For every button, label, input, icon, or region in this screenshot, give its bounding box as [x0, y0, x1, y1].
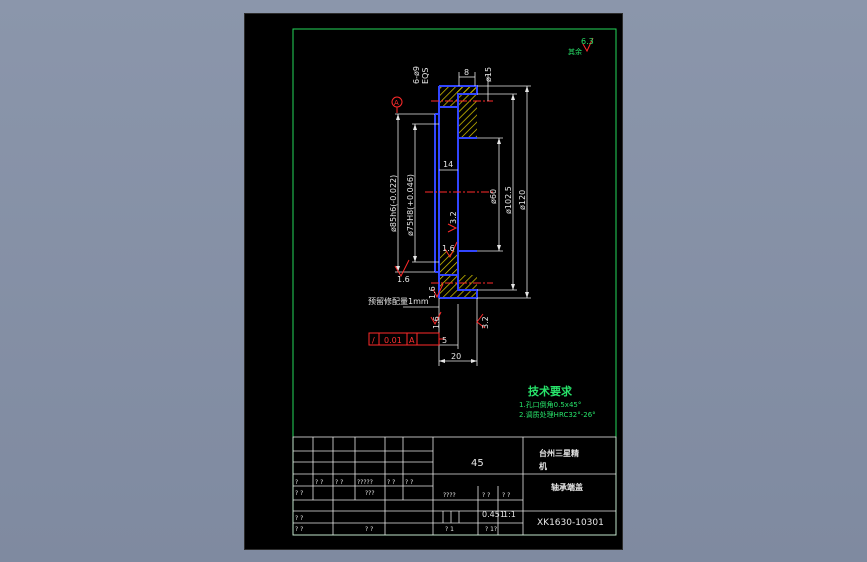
- cell-q-5: ? ?: [387, 479, 395, 486]
- tech-line2: 2.调质处理HRC32°-26°: [519, 410, 596, 419]
- cell-q-6: ? ?: [405, 479, 413, 486]
- company-line1: 台州三星精: [539, 448, 579, 458]
- datum-label: A: [394, 99, 399, 107]
- material: 45: [471, 458, 484, 469]
- part-name: 轴承端盖: [551, 482, 583, 492]
- tech-title: 技术要求: [528, 384, 573, 398]
- dim-60: ø60: [489, 189, 498, 204]
- dim-15: ø15: [484, 67, 493, 82]
- cell-q-13: ? ?: [295, 526, 303, 533]
- cell-q-1: ?: [295, 479, 298, 486]
- tech-requirements: 技术要求 1.孔口倒角0.5x45° 2.调质处理HRC32°-26°: [519, 384, 596, 419]
- roughness-label: 其余: [568, 47, 582, 56]
- engineering-drawing: A / 0.01 A 6-ø9 EQS 8 ø15 ø120 ø102.5 ø6…: [292, 28, 617, 536]
- tolerance-frame[interactable]: / 0.01 A: [368, 332, 445, 346]
- cell-q-2: ? ?: [315, 479, 323, 486]
- dim-20: 20: [451, 352, 461, 361]
- cell-q-9: ????: [443, 492, 456, 499]
- dim-8: 8: [464, 68, 469, 77]
- dim-r32b: 3.2: [481, 316, 490, 329]
- tolerance-symbol: /: [372, 336, 375, 345]
- weight: 0.451: [482, 510, 505, 519]
- dim-holes: 6-ø9: [412, 66, 421, 84]
- cell-q-14: ? ?: [365, 526, 373, 533]
- dim-r16c: 1.6: [428, 286, 437, 299]
- cell-q-16: ? 1?: [485, 526, 497, 533]
- cell-q-3: ? ?: [335, 479, 343, 486]
- tech-line1: 1.孔口倒角0.5x45°: [519, 400, 581, 409]
- cell-q-10: ? ?: [482, 492, 490, 499]
- title-block: 45 台州三星精 机 轴承端盖 0.451 1:1 XK1630-10301 ?…: [292, 436, 617, 536]
- dim-5: 5: [442, 336, 447, 345]
- dim-120: ø120: [518, 190, 527, 210]
- roughness-value: 6.3: [581, 37, 594, 46]
- dim-r16b: 1.6: [397, 275, 410, 284]
- dim-r16a: 1.6: [442, 244, 455, 253]
- cell-q-8: ???: [365, 490, 375, 497]
- cell-q-11: ? ?: [502, 492, 510, 499]
- cell-q-15: ? 1: [445, 526, 454, 533]
- dim-75: ø75H8(+0.046): [406, 174, 415, 236]
- cell-q-12: ? ?: [295, 515, 303, 522]
- cell-q-4: ?????: [357, 479, 373, 486]
- part-section: [425, 85, 495, 299]
- dim-r32a: 3.2: [449, 211, 458, 224]
- hatch-flange-top: [457, 86, 476, 93]
- dim-85: ø85h6(-0.022): [389, 175, 398, 232]
- note-fit: 预留修配量1mm: [368, 296, 429, 306]
- scale: 1:1: [503, 510, 516, 519]
- tolerance-datum: A: [409, 336, 415, 345]
- tolerance-value: 0.01: [384, 336, 402, 345]
- dim-102: ø102.5: [504, 186, 513, 214]
- company-line2: 机: [539, 461, 547, 471]
- cell-q-7: ? ?: [295, 490, 303, 497]
- dim-eqs: EQS: [421, 68, 430, 84]
- dimension-text: 6-ø9 EQS 8 ø15 ø120 ø102.5 ø60 14 ø85h6(…: [368, 66, 527, 361]
- drawing-number: XK1630-10301: [537, 518, 604, 528]
- drawing-sheet: A / 0.01 A 6-ø9 EQS 8 ø15 ø120 ø102.5 ø6…: [244, 13, 623, 550]
- dim-14: 14: [443, 160, 453, 169]
- dim-r16d: 1.6: [432, 316, 441, 329]
